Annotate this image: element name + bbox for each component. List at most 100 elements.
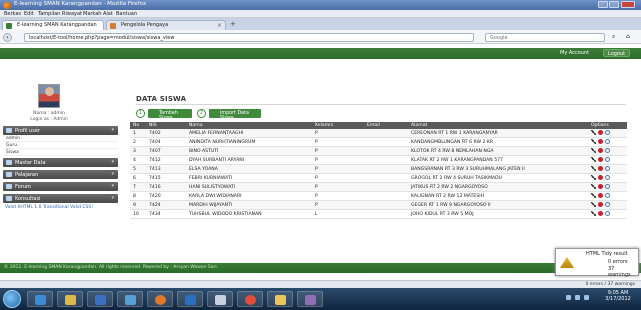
firefox-taskbar-icon[interactable]	[147, 291, 173, 307]
delete-icon[interactable]	[598, 130, 603, 135]
delete-icon[interactable]	[598, 175, 603, 180]
edit-icon[interactable]	[591, 193, 596, 198]
edit-icon[interactable]	[591, 157, 596, 162]
folder-icon	[6, 172, 12, 177]
menu-markah[interactable]: Markah	[83, 11, 101, 17]
delete-icon[interactable]	[598, 139, 603, 144]
photoshop-taskbar-icon[interactable]	[177, 291, 203, 307]
tidy-warnings: 37 warnings	[608, 266, 631, 278]
tray-icon[interactable]	[566, 295, 571, 300]
validator-link[interactable]: Valid XHTML 1.0 Transitional Valid CSS!	[5, 205, 93, 210]
edit-icon[interactable]	[591, 211, 596, 216]
close-button[interactable]	[621, 1, 635, 8]
search-icon[interactable]: ⌕	[612, 33, 615, 41]
menu-alat[interactable]: Alat	[103, 11, 113, 17]
delete-icon[interactable]	[598, 148, 603, 153]
app-taskbar-icon[interactable]	[117, 291, 143, 307]
search-field[interactable]: Google	[485, 33, 605, 42]
volume-icon[interactable]	[584, 295, 589, 300]
sidebar-item-guru[interactable]: Guru	[3, 142, 118, 149]
import-students-button[interactable]: Import Data Siswa	[209, 109, 261, 121]
edit-icon[interactable]	[591, 184, 596, 189]
sidebar-section-forum[interactable]: Forum ▾	[3, 182, 118, 191]
view-icon[interactable]	[605, 184, 610, 189]
view-icon[interactable]	[605, 166, 610, 171]
sidebar-section-profil[interactable]: Profil user ▾	[3, 126, 118, 135]
menu-tampilan[interactable]: Tampilan	[38, 11, 60, 17]
network-icon[interactable]	[575, 295, 580, 300]
sidebar-item-siswa[interactable]: Siswa	[3, 149, 118, 156]
system-clock[interactable]: 9:05 AM 3/17/2012	[598, 290, 638, 302]
paint-taskbar-icon[interactable]	[207, 291, 233, 307]
html-tidy-popup[interactable]: HTML Tidy result 0 errors 37 warnings	[555, 248, 639, 278]
sidebar-section-pelajaran[interactable]: Pelajaran ▾	[3, 170, 118, 179]
start-button[interactable]	[3, 290, 21, 308]
cell-alamat: BANGSRANAN RT 3 RW 3 SURUHMALANG JATEN I…	[408, 164, 588, 174]
back-button[interactable]: ‹	[3, 33, 12, 42]
tab-bar: E-learning SMAN Karangpandan Pengelola P…	[0, 18, 641, 30]
minimize-button[interactable]	[598, 1, 608, 8]
menu-riwayat[interactable]: Riwayat	[62, 11, 82, 17]
folder-taskbar-icon[interactable]	[267, 291, 293, 307]
cell-nama: MARDIH WIJAYANTI	[186, 200, 312, 210]
delete-icon[interactable]	[598, 211, 603, 216]
edit-icon[interactable]	[591, 148, 596, 153]
edit-icon[interactable]	[591, 202, 596, 207]
cell-kelamin: L	[312, 209, 364, 219]
view-icon[interactable]	[605, 211, 610, 216]
cell-nis: 7434	[146, 209, 186, 219]
view-icon[interactable]	[605, 148, 610, 153]
col-options: Options	[588, 122, 627, 129]
col-alamat[interactable]: Alamat	[408, 122, 588, 129]
page-title: DATA SISWA	[136, 95, 187, 103]
add-student-button[interactable]: Tambah Siswa	[148, 109, 192, 121]
col-kelamin[interactable]: Kelamin	[312, 122, 364, 129]
menu-edit[interactable]: Edit	[24, 11, 34, 17]
edit-icon[interactable]	[591, 130, 596, 135]
col-no[interactable]: No	[130, 122, 146, 129]
edit-icon[interactable]	[591, 139, 596, 144]
tab-label: E-learning SMAN Karangpandan	[17, 22, 97, 28]
delete-icon[interactable]	[598, 157, 603, 162]
ie-taskbar-icon[interactable]	[27, 291, 53, 307]
close-tab-icon[interactable]: ×	[217, 22, 222, 29]
menu-berkas[interactable]: Berkas	[4, 11, 21, 17]
sidebar-section-master[interactable]: Master Data ▾	[3, 158, 118, 167]
window-title: E-learning SMAN Karangpandan - Mozilla F…	[14, 1, 147, 7]
delete-icon[interactable]	[598, 202, 603, 207]
menu-bantuan[interactable]: Bantuan	[116, 11, 137, 17]
edit-icon[interactable]	[591, 166, 596, 171]
delete-icon[interactable]	[598, 166, 603, 171]
col-nama[interactable]: Nama	[186, 122, 312, 129]
home-icon[interactable]: ⌂	[626, 33, 630, 40]
col-email[interactable]: Email	[364, 122, 408, 129]
view-icon[interactable]	[605, 193, 610, 198]
cell-kelamin: P	[312, 155, 364, 165]
edit-icon[interactable]	[591, 175, 596, 180]
my-account-link[interactable]: My Account	[560, 50, 589, 56]
maximize-button[interactable]	[609, 1, 619, 8]
view-icon[interactable]	[605, 139, 610, 144]
status-text[interactable]: 0 errors / 37 warnings	[586, 282, 635, 287]
tab-elearning[interactable]: E-learning SMAN Karangpandan	[2, 20, 104, 30]
chrome-taskbar-icon[interactable]	[237, 291, 263, 307]
misc-taskbar-icon[interactable]	[297, 291, 323, 307]
logout-button[interactable]: Logout	[603, 49, 631, 57]
explorer-taskbar-icon[interactable]	[57, 291, 83, 307]
folder-icon	[6, 160, 12, 165]
site-footer: © 2011. E-learning SMAN Karangpandan. Al…	[0, 263, 641, 273]
media-taskbar-icon[interactable]	[87, 291, 113, 307]
view-icon[interactable]	[605, 202, 610, 207]
sidebar-section-konsultasi[interactable]: Konsultasi ▾	[3, 194, 118, 203]
view-icon[interactable]	[605, 175, 610, 180]
delete-icon[interactable]	[598, 184, 603, 189]
cell-nama: BINO ASTUTI	[186, 146, 312, 156]
view-icon[interactable]	[605, 130, 610, 135]
col-nis[interactable]: NIS	[146, 122, 186, 129]
tab-pengelola[interactable]: Pengelola Pengaya ×	[106, 20, 226, 30]
view-icon[interactable]	[605, 157, 610, 162]
new-tab-button[interactable]: +	[230, 20, 236, 28]
delete-icon[interactable]	[598, 193, 603, 198]
sidebar-item-admin[interactable]: admin	[3, 135, 118, 142]
address-field[interactable]: localhost/E-tool/home.php?page=modul/sis…	[24, 33, 474, 42]
